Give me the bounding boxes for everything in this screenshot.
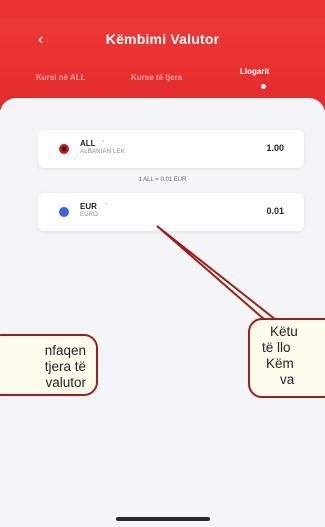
currency-to-amount[interactable]: 0.01 xyxy=(266,206,284,216)
tab-bar: Kursi në ALL Kurse të tjera Llogarit xyxy=(0,64,325,94)
euro-flag-icon xyxy=(59,207,69,217)
callout-right-line: Këtu xyxy=(270,324,298,339)
callout-right-line: të llo xyxy=(262,340,291,355)
exchange-rate-text: 1 ALL = 0.01 EUR xyxy=(138,177,187,183)
tab-calculate[interactable]: Llogarit xyxy=(240,67,269,76)
callout-left-line: nfaqen xyxy=(44,343,86,358)
currency-to-card[interactable]: EUR - EURO 0.01 xyxy=(38,193,304,231)
currency-select-chevron-icon[interactable]: - xyxy=(102,138,104,145)
currency-select-chevron-icon[interactable]: - xyxy=(105,201,107,208)
currency-from-code: ALL xyxy=(80,139,96,148)
callout-right-line: Këm xyxy=(266,356,294,371)
callout-right: Këtu të llo Këm va xyxy=(248,318,325,398)
home-indicator xyxy=(116,517,210,521)
tab-other-rates[interactable]: Kurse të tjera xyxy=(131,73,182,82)
albania-flag-icon xyxy=(59,144,69,154)
active-tab-indicator xyxy=(261,84,266,89)
callout-left: nfaqen tjera të valutor xyxy=(0,334,98,396)
currency-from-name: ALBANIAN LEK xyxy=(80,149,126,155)
page-title: Këmbimi Valutor xyxy=(105,31,220,47)
currency-to-name: EURO xyxy=(80,212,99,218)
callout-left-line: valutor xyxy=(45,375,86,390)
currency-from-card[interactable]: ALL - ALBANIAN LEK 1.00 xyxy=(38,130,304,168)
callout-right-line: va xyxy=(280,372,295,387)
tab-rates-all[interactable]: Kursi në ALL xyxy=(36,73,85,82)
callout-left-line: tjera të xyxy=(44,359,86,374)
phone-screen: ‹ Këmbimi Valutor Kursi në ALL Kurse të … xyxy=(0,0,325,527)
currency-from-amount[interactable]: 1.00 xyxy=(266,143,284,153)
status-bar xyxy=(0,0,325,18)
app-header: ‹ Këmbimi Valutor Kursi në ALL Kurse të … xyxy=(0,0,325,110)
currency-to-code: EUR xyxy=(80,202,97,211)
